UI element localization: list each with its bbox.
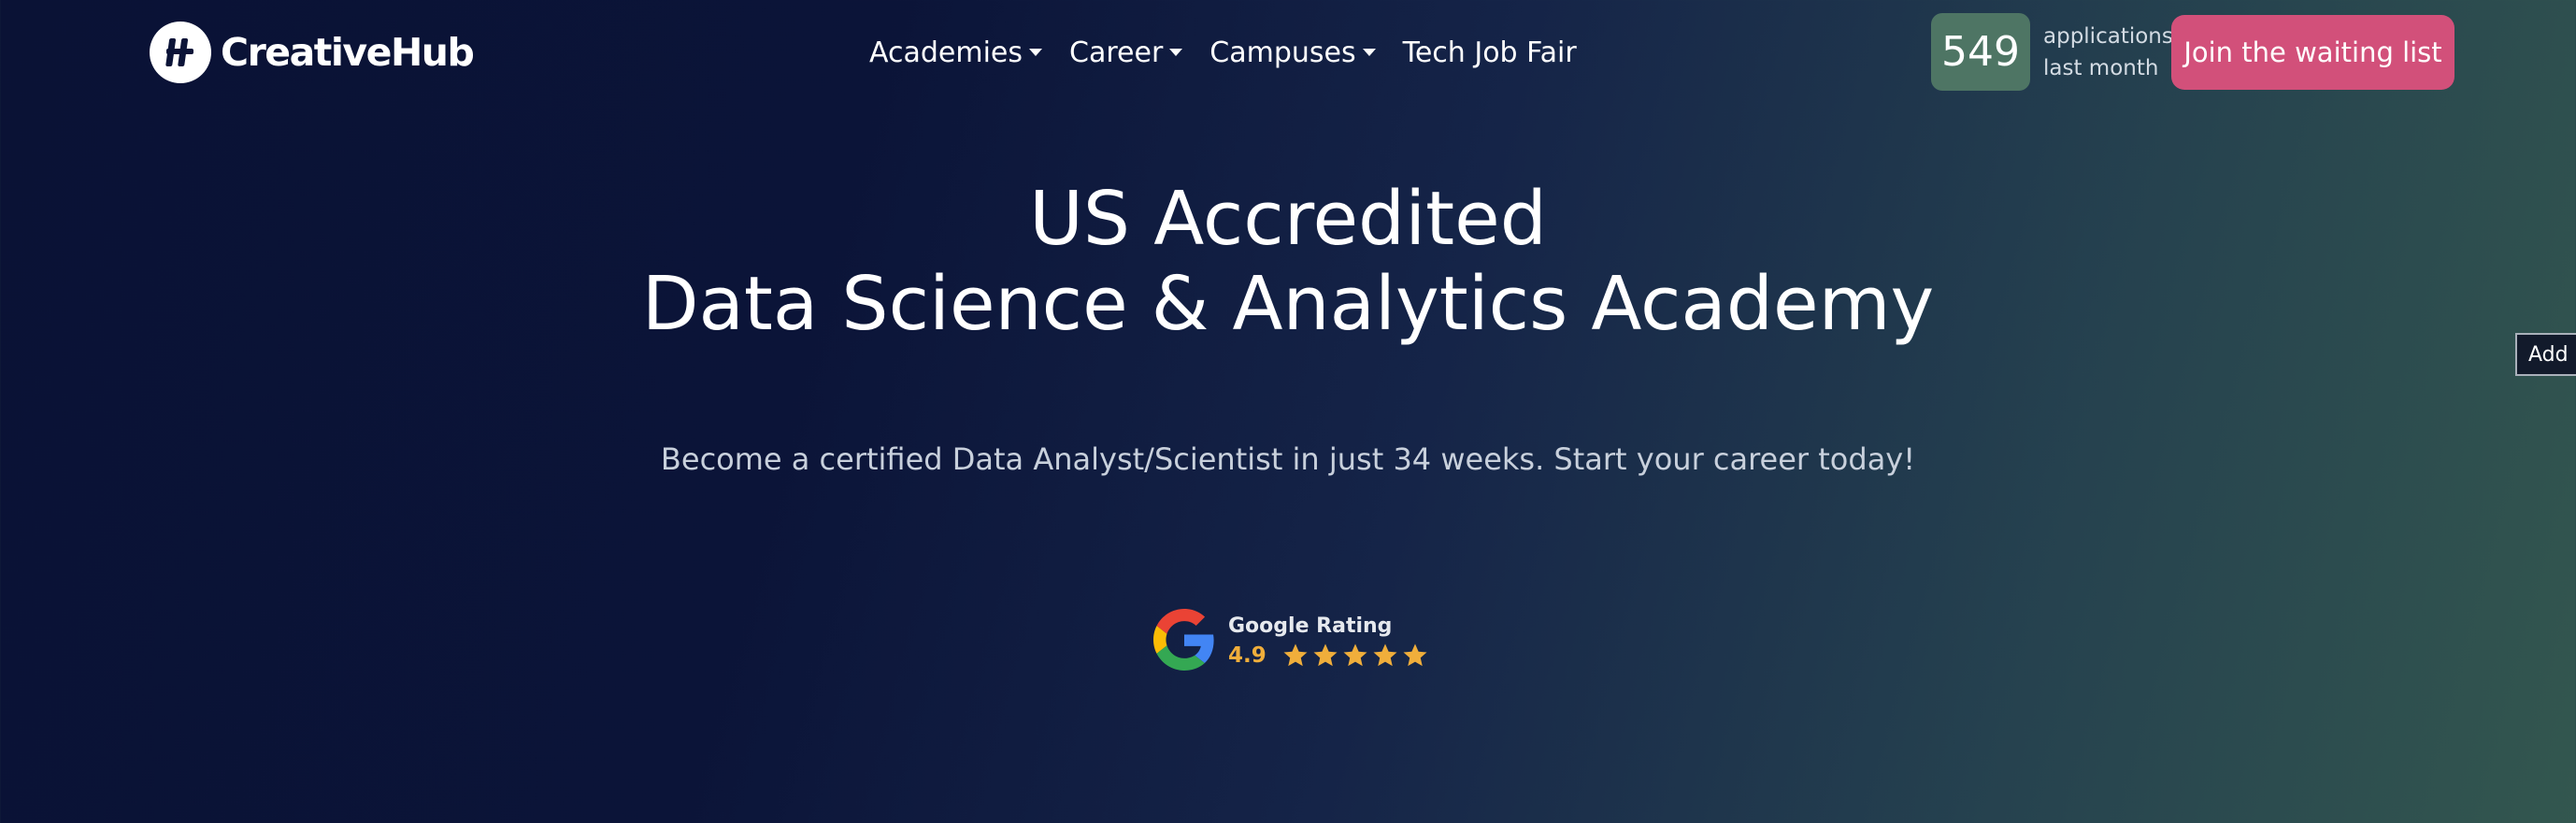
applications-label-line1: applications: [2043, 24, 2173, 49]
star-icon: [1313, 643, 1338, 667]
hero-subtitle: Become a certified Data Analyst/Scientis…: [660, 441, 1916, 477]
nav-item-academies[interactable]: Academies: [869, 36, 1043, 69]
nav-item-label: Campuses: [1209, 36, 1356, 69]
nav-item-career[interactable]: Career: [1069, 36, 1183, 69]
nav-item-label: Career: [1069, 36, 1164, 69]
google-rating-badge[interactable]: Google Rating 4.9: [1153, 608, 1431, 675]
main-nav: Academies Career Campuses Tech Job Fair: [869, 28, 1577, 77]
applications-count-label: applications last month: [2043, 21, 2173, 84]
rating-value: 4.9: [1228, 643, 1267, 668]
rating-stars: [1281, 642, 1431, 670]
side-add-tab[interactable]: Add: [2515, 333, 2576, 376]
hashtag-icon: [150, 22, 211, 83]
caret-down-icon: [1362, 49, 1376, 56]
caret-down-icon: [1169, 49, 1183, 56]
applications-count-badge: 549: [1931, 13, 2030, 91]
star-icon: [1343, 643, 1367, 667]
hero-title-line1: US Accredited: [1029, 176, 1547, 262]
brand-name: CreativeHub: [221, 30, 475, 75]
applications-label-line2: last month: [2043, 56, 2159, 80]
nav-item-tech-job-fair[interactable]: Tech Job Fair: [1403, 36, 1577, 69]
star-icon: [1283, 643, 1308, 667]
rating-title: Google Rating: [1228, 614, 1393, 638]
star-icon: [1403, 643, 1427, 667]
nav-item-campuses[interactable]: Campuses: [1209, 36, 1376, 69]
google-g-icon: [1153, 609, 1215, 674]
join-waiting-list-button[interactable]: Join the waiting list: [2171, 15, 2454, 90]
brand-logo[interactable]: CreativeHub: [150, 21, 475, 84]
caret-down-icon: [1029, 49, 1043, 56]
nav-item-label: Academies: [869, 36, 1023, 69]
nav-item-label: Tech Job Fair: [1402, 36, 1577, 69]
hero-title-line2: Data Science & Analytics Academy: [641, 261, 1935, 347]
star-icon: [1373, 643, 1397, 667]
